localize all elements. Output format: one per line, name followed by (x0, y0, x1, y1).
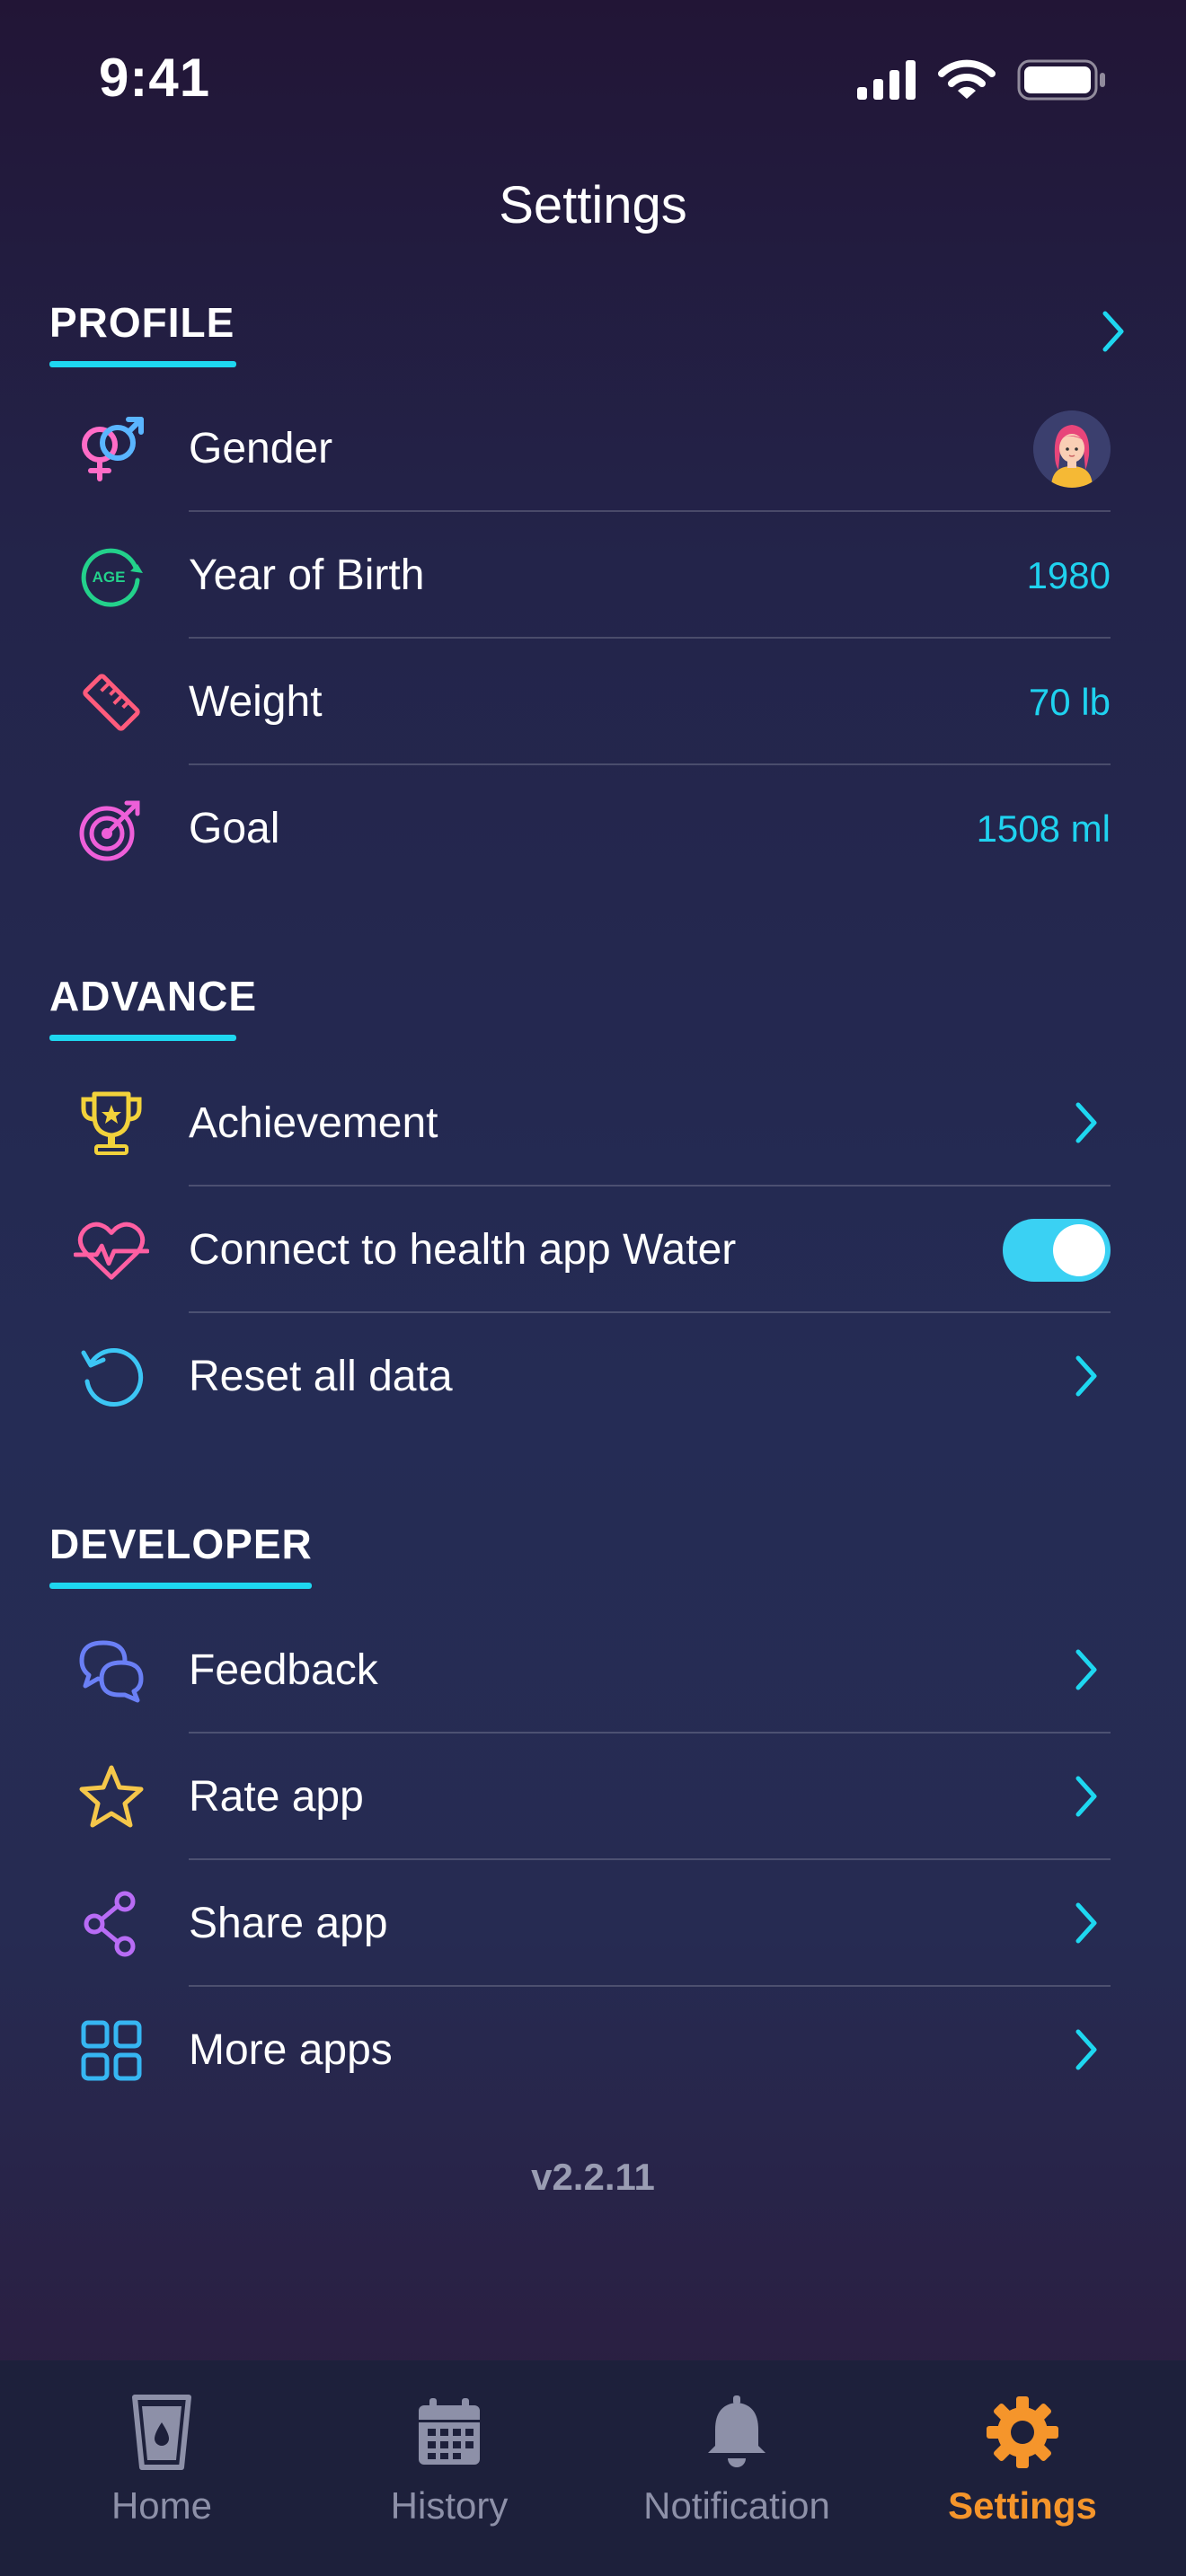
section-underline (49, 361, 236, 367)
trophy-icon (74, 1089, 149, 1159)
calendar-icon (404, 2387, 494, 2477)
profile-row-goal[interactable]: Goal 1508 ml (0, 765, 1186, 892)
section-underline (49, 1583, 312, 1589)
tab-label: Settings (948, 2484, 1097, 2527)
profile-row-weight[interactable]: Weight 70 lb (0, 639, 1186, 765)
profile-section-title: PROFILE (49, 299, 235, 346)
year-of-birth-value: 1980 (1026, 554, 1111, 596)
developer-section-header: DEVELOPER (49, 1520, 313, 1589)
advance-section-title: ADVANCE (49, 973, 258, 1019)
app-version: v2.2.11 (531, 2156, 655, 2198)
chevron-right-icon (1075, 1776, 1097, 1817)
status-bar: 9:41 (0, 0, 1186, 162)
chevron-right-icon (1075, 1102, 1097, 1143)
tab-notification[interactable]: Notification (593, 2360, 881, 2576)
share-app-label: Share app (189, 1900, 388, 1947)
reset-icon (74, 1342, 149, 1412)
advance-row-achievement[interactable]: Achievement (0, 1060, 1186, 1187)
battery-icon (1017, 59, 1105, 101)
profile-section-header: PROFILE (49, 298, 236, 367)
reset-label: Reset all data (189, 1353, 453, 1400)
developer-row-rate[interactable]: Rate app (0, 1734, 1186, 1860)
chevron-right-icon (1075, 1649, 1097, 1690)
water-glass-icon (117, 2387, 207, 2477)
tab-home[interactable]: Home (18, 2360, 305, 2576)
health-app-label: Connect to health app Water (189, 1226, 737, 1274)
tab-label: History (390, 2484, 509, 2527)
profile-row-year-of-birth[interactable]: AGE Year of Birth 1980 (0, 512, 1186, 639)
bell-icon (692, 2387, 782, 2477)
tab-settings[interactable]: Settings (879, 2360, 1166, 2576)
tab-label: Notification (643, 2484, 830, 2527)
developer-row-share[interactable]: Share app (0, 1860, 1186, 1987)
goal-label: Goal (189, 805, 280, 852)
profile-row-gender[interactable]: Gender (0, 385, 1186, 512)
chevron-right-icon (1075, 1902, 1097, 1944)
star-icon (74, 1762, 149, 1832)
feedback-label: Feedback (189, 1646, 378, 1694)
wifi-icon (938, 59, 996, 99)
section-underline (49, 1035, 236, 1041)
age-icon-text: AGE (93, 569, 126, 586)
ruler-icon (74, 667, 149, 737)
target-icon (74, 794, 149, 864)
health-app-toggle[interactable] (1003, 1219, 1111, 1282)
developer-section-title: DEVELOPER (49, 1521, 313, 1567)
tab-label: Home (111, 2484, 213, 2527)
gender-label: Gender (189, 425, 333, 472)
cellular-signal-icon (857, 60, 916, 100)
achievement-label: Achievement (189, 1099, 438, 1147)
grid-icon (74, 2016, 149, 2086)
rate-app-label: Rate app (189, 1773, 364, 1821)
chevron-right-icon (1075, 2029, 1097, 2070)
gear-icon (978, 2387, 1067, 2477)
chat-bubbles-icon (74, 1636, 149, 1706)
profile-chevron-icon[interactable] (1102, 310, 1127, 353)
tab-history[interactable]: History (305, 2360, 593, 2576)
weight-value: 70 lb (1028, 681, 1111, 723)
advance-row-health-app: Connect to health app Water (0, 1187, 1186, 1313)
year-of-birth-label: Year of Birth (189, 551, 425, 599)
advance-section-header: ADVANCE (49, 972, 258, 1041)
page-title: Settings (499, 176, 687, 234)
goal-value: 1508 ml (976, 807, 1111, 850)
developer-row-more-apps[interactable]: More apps (0, 1987, 1186, 2113)
gender-avatar (1033, 410, 1111, 488)
tab-bar: Home History Notification Settings (0, 2360, 1186, 2576)
age-icon: AGE (74, 541, 149, 611)
chevron-right-icon (1075, 1355, 1097, 1397)
gender-icon (74, 414, 149, 484)
developer-row-feedback[interactable]: Feedback (0, 1607, 1186, 1734)
toggle-knob (1053, 1224, 1105, 1276)
share-icon (74, 1889, 149, 1959)
weight-label: Weight (189, 678, 323, 726)
more-apps-label: More apps (189, 2026, 393, 2074)
status-time: 9:41 (99, 48, 211, 108)
advance-row-reset[interactable]: Reset all data (0, 1313, 1186, 1440)
heart-pulse-icon (74, 1215, 149, 1285)
status-icons (857, 59, 1107, 101)
